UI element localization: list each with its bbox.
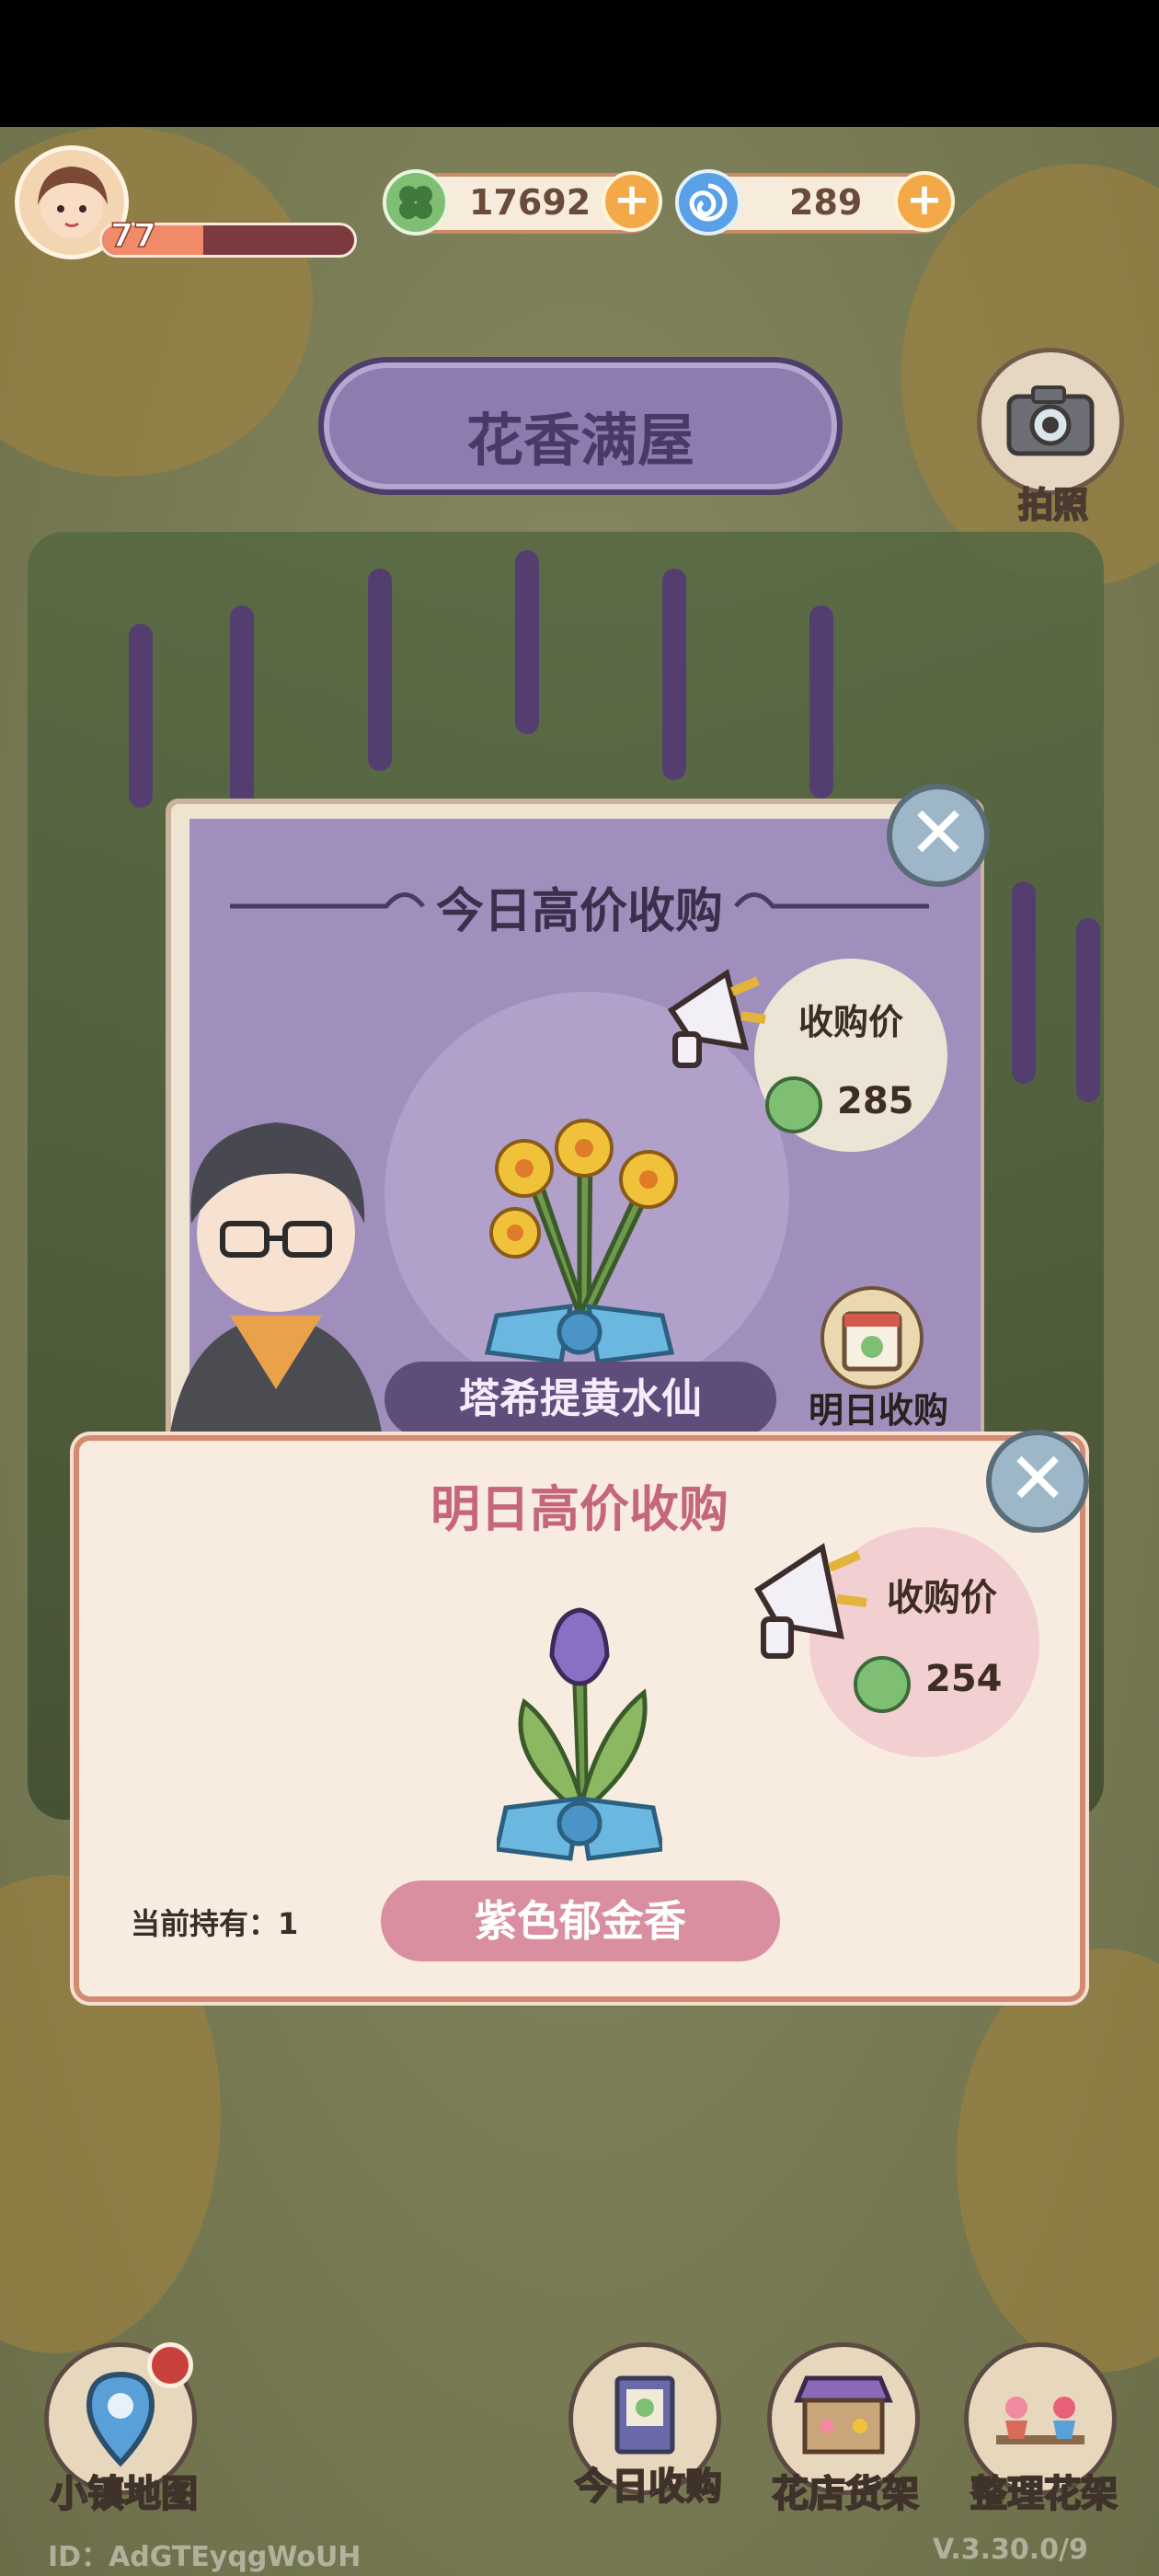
town-map-label: 小镇地图 xyxy=(50,2472,199,2516)
tomorrow-price: 254 xyxy=(925,1658,1003,1700)
clover-coin-icon xyxy=(383,169,449,236)
shopkeeper-character xyxy=(166,1122,386,1472)
add-clover-button[interactable]: + xyxy=(602,171,662,232)
today-price: 285 xyxy=(837,1080,914,1122)
add-gem-button[interactable]: + xyxy=(894,171,955,232)
close-today-panel-button[interactable]: ✕ xyxy=(887,784,990,887)
camera-label: 拍照 xyxy=(1017,484,1089,526)
tomorrow-price-label: 收购价 xyxy=(887,1577,997,1619)
current-holding-count: 当前持有：1 xyxy=(131,1906,299,1941)
arrange-shelf-label: 整理花架 xyxy=(970,2472,1119,2516)
flower-shop-shelf-label: 花店货架 xyxy=(771,2472,920,2516)
tomorrow-purchase-button[interactable] xyxy=(820,1286,924,1389)
clover-count: 17692 xyxy=(469,182,591,223)
today-flower-name: 塔希提黄水仙 xyxy=(384,1362,776,1437)
clover-coin-icon xyxy=(854,1656,911,1713)
today-price-label: 收购价 xyxy=(798,1002,904,1042)
close-tomorrow-panel-button[interactable]: ✕ xyxy=(986,1430,1089,1533)
today-purchase-nav-label: 今日收购 xyxy=(574,2465,723,2509)
calendar-icon xyxy=(842,1311,902,1372)
player-id: ID：AdGTEyqgWoUH xyxy=(48,2541,361,2573)
gem-count: 289 xyxy=(789,182,863,223)
purple-tulip-image xyxy=(497,1607,662,1861)
daffodil-flower-image xyxy=(484,1119,678,1364)
tomorrow-flower-name: 紫色郁金香 xyxy=(381,1880,780,1961)
camera-icon xyxy=(1006,385,1095,456)
clover-coin-icon xyxy=(765,1076,822,1133)
notification-badge xyxy=(147,2342,193,2388)
camera-button[interactable] xyxy=(977,348,1124,495)
tomorrow-purchase-label: 明日收购 xyxy=(808,1390,948,1431)
megaphone-icon xyxy=(667,969,766,1068)
megaphone-icon xyxy=(753,1543,867,1659)
today-panel-title: 今日高价收购 xyxy=(435,884,723,939)
shop-title: 花香满屋 xyxy=(465,407,694,474)
version-label: V.3.30.0/9 xyxy=(933,2534,1088,2566)
player-level: 77 xyxy=(109,216,157,256)
blue-swirl-gem-icon xyxy=(675,169,741,236)
